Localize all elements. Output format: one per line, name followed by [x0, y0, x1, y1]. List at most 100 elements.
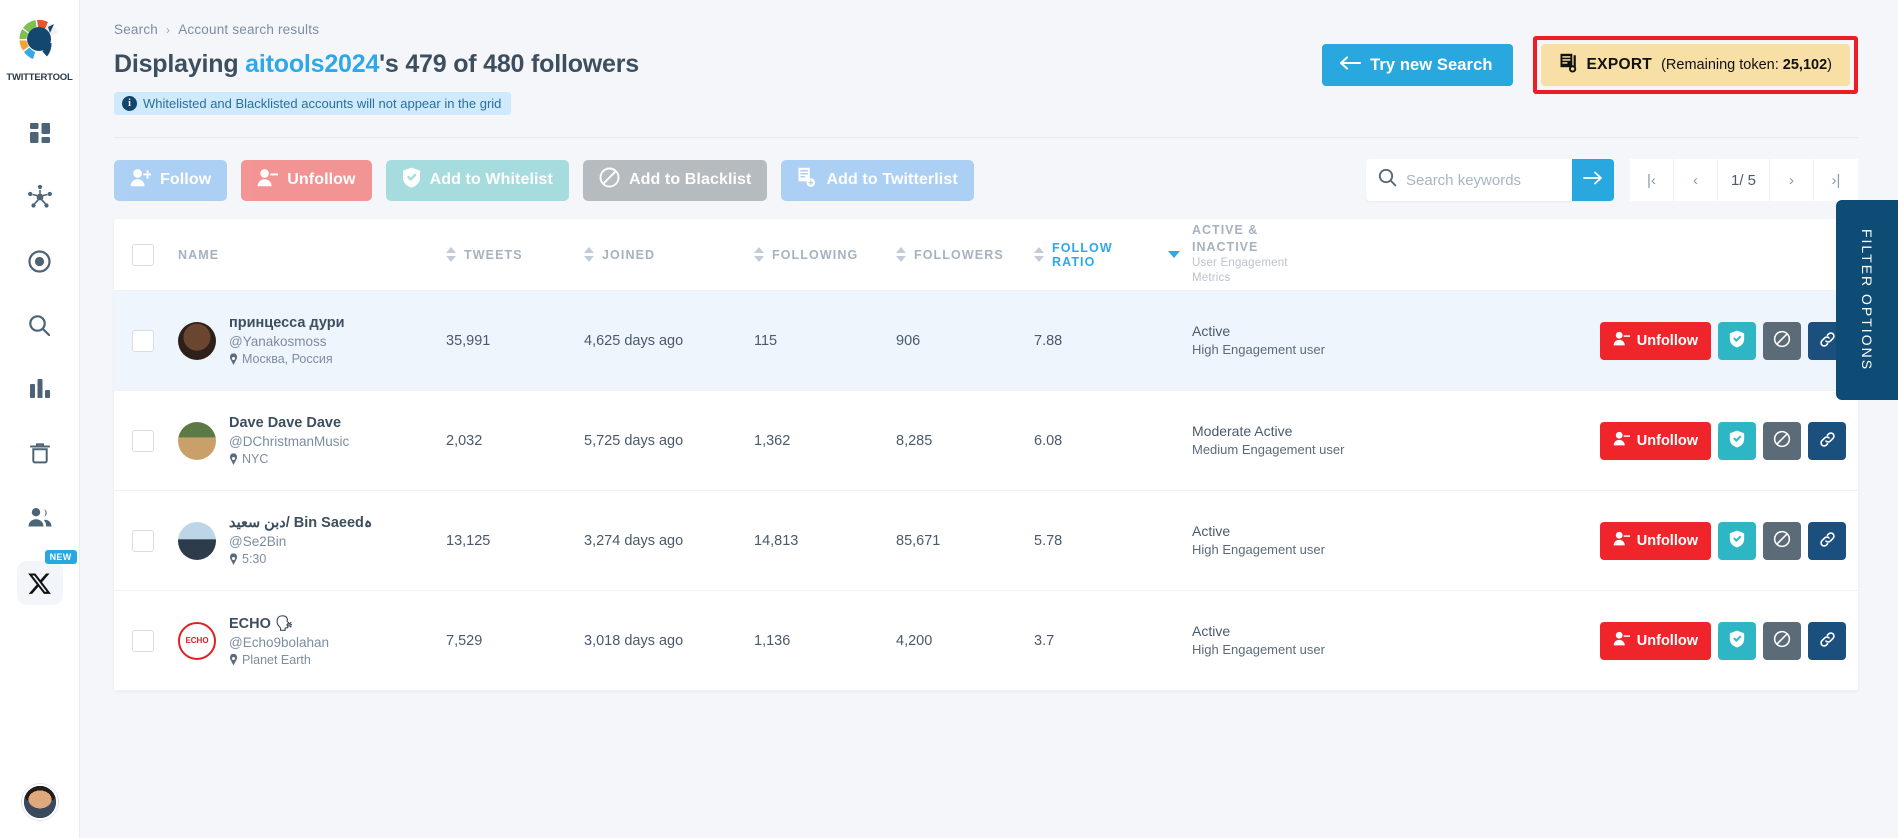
column-following[interactable]: FOLLOWING	[748, 219, 890, 290]
table-row[interactable]: ECHO ECHO 🗣 @Echo9bolahan Planet Earth 7…	[114, 591, 1858, 691]
row-link-button[interactable]	[1808, 422, 1846, 460]
select-all-checkbox[interactable]	[132, 244, 154, 266]
sidebar-item-analytics[interactable]	[18, 369, 62, 409]
row-name-cell: Dave Dave Dave @DChristmanMusic NYC	[172, 391, 440, 490]
column-joined[interactable]: JOINED	[578, 219, 748, 290]
unfollow-button[interactable]: Unfollow	[241, 160, 371, 201]
sidebar-item-search[interactable]	[18, 305, 62, 345]
header-actions: Try new Search EXPORT (Remaining tok	[1322, 36, 1858, 94]
arrow-right-icon	[1583, 170, 1603, 190]
row-whitelist-button[interactable]	[1718, 422, 1756, 460]
row-link-button[interactable]	[1808, 622, 1846, 660]
row-checkbox[interactable]	[132, 530, 154, 552]
pagination-first-button[interactable]: |‹	[1630, 159, 1674, 201]
row-unfollow-button[interactable]: Unfollow	[1600, 522, 1711, 560]
page-title-account[interactable]: aitools2024	[245, 50, 379, 78]
sort-joined-icon[interactable]	[584, 247, 594, 262]
search-keywords-box	[1366, 159, 1614, 201]
table-row[interactable]: принцесса дури @Yanakosmoss Москва, Росс…	[114, 291, 1858, 391]
row-actions: Unfollow	[1358, 491, 1858, 590]
chevron-down-icon[interactable]	[1168, 251, 1180, 258]
sidebar-item-users[interactable]	[18, 497, 62, 537]
column-activity-label-4: Metrics	[1192, 271, 1288, 287]
sidebar-item-trash[interactable]	[18, 433, 62, 473]
table-row[interactable]: دبن سعيد/ Bin Saeedہ @Se2Bin 5:30 13,125…	[114, 491, 1858, 591]
row-unfollow-button[interactable]: Unfollow	[1600, 422, 1711, 460]
sidebar-item-target[interactable]	[18, 241, 62, 281]
row-blacklist-button[interactable]	[1763, 522, 1801, 560]
row-unfollow-label: Unfollow	[1637, 433, 1698, 449]
location-pin-icon	[229, 453, 238, 465]
pagination-prev-button[interactable]: ‹	[1674, 159, 1718, 201]
column-follow-ratio[interactable]: FOLLOW RATIO	[1028, 219, 1186, 290]
row-unfollow-button[interactable]: Unfollow	[1600, 322, 1711, 360]
sort-following-icon[interactable]	[754, 247, 764, 262]
row-blacklist-button[interactable]	[1763, 622, 1801, 660]
row-tweets: 13,125	[440, 491, 578, 590]
link-icon	[1819, 431, 1836, 451]
row-follow-ratio: 6.08	[1028, 391, 1186, 490]
profile-avatar[interactable]	[22, 784, 58, 820]
row-blacklist-button[interactable]	[1763, 322, 1801, 360]
column-activity: ACTIVE & INACTIVE User Engagement Metric…	[1186, 219, 1358, 290]
breadcrumb-search[interactable]: Search	[114, 22, 158, 37]
column-tweets[interactable]: TWEETS	[440, 219, 578, 290]
add-to-whitelist-label: Add to Whitelist	[430, 171, 553, 189]
row-handle[interactable]: @DChristmanMusic	[229, 434, 349, 449]
row-activity-engagement: High Engagement user	[1192, 341, 1325, 360]
sort-ratio-icon[interactable]	[1034, 247, 1044, 262]
add-to-blacklist-button[interactable]: Add to Blacklist	[583, 160, 768, 201]
row-display-name: دبن سعيد/ Bin Saeedہ	[229, 515, 372, 531]
search-input[interactable]	[1406, 172, 1556, 189]
column-name[interactable]: NAME	[172, 219, 440, 290]
row-whitelist-button[interactable]	[1718, 622, 1756, 660]
sidebar-item-network[interactable]	[18, 177, 62, 217]
row-checkbox[interactable]	[132, 430, 154, 452]
row-handle[interactable]: @Se2Bin	[229, 534, 372, 549]
row-handle[interactable]: @Yanakosmoss	[229, 334, 345, 349]
row-following: 1,362	[748, 391, 890, 490]
table-header-row: NAME TWEETS JOINED FOLLOWING FOLLOWERS	[114, 219, 1858, 291]
location-pin-icon	[229, 353, 238, 365]
sidebar-item-x-platform[interactable]: NEW	[17, 561, 63, 605]
sidebar-item-dashboard[interactable]	[18, 113, 62, 153]
row-blacklist-button[interactable]	[1763, 422, 1801, 460]
row-checkbox[interactable]	[132, 630, 154, 652]
app-logo[interactable]: TWITTERTOOL	[6, 14, 72, 83]
user-minus-icon	[1613, 531, 1630, 550]
pagination-last-button[interactable]: ›|	[1814, 159, 1858, 201]
pagination-next-button[interactable]: ›	[1770, 159, 1814, 201]
add-to-twitterlist-button[interactable]: Add to Twitterlist	[781, 160, 973, 201]
breadcrumb-current[interactable]: Account search results	[178, 22, 319, 37]
row-checkbox[interactable]	[132, 330, 154, 352]
row-select-cell	[114, 291, 172, 390]
row-whitelist-button[interactable]	[1718, 322, 1756, 360]
table-row[interactable]: Dave Dave Dave @DChristmanMusic NYC 2,03…	[114, 391, 1858, 491]
row-activity-status: Active	[1192, 521, 1325, 541]
filter-options-tab[interactable]: FILTER OPTIONS	[1836, 200, 1898, 400]
row-unfollow-button[interactable]: Unfollow	[1600, 622, 1711, 660]
column-followers[interactable]: FOLLOWERS	[890, 219, 1028, 290]
link-icon	[1819, 531, 1836, 551]
row-following: 14,813	[748, 491, 890, 590]
column-activity-label-3: User Engagement	[1192, 256, 1288, 272]
row-link-button[interactable]	[1808, 522, 1846, 560]
sort-followers-icon[interactable]	[896, 247, 906, 262]
search-submit-button[interactable]	[1572, 159, 1614, 201]
row-following: 1,136	[748, 591, 890, 690]
try-new-search-button[interactable]: Try new Search	[1322, 44, 1512, 86]
row-handle[interactable]: @Echo9bolahan	[229, 635, 329, 650]
location-pin-icon	[229, 654, 238, 666]
main-content: Try new Search EXPORT (Remaining tok	[80, 0, 1898, 838]
breadcrumb-separator-icon: ›	[166, 23, 170, 37]
row-unfollow-label: Unfollow	[1637, 633, 1698, 649]
row-display-name: ECHO 🗣	[229, 615, 329, 632]
row-select-cell	[114, 391, 172, 490]
export-button[interactable]: EXPORT (Remaining token: 25,102)	[1541, 44, 1850, 86]
row-whitelist-button[interactable]	[1718, 522, 1756, 560]
sort-tweets-icon[interactable]	[446, 247, 456, 262]
add-to-whitelist-button[interactable]: Add to Whitelist	[386, 160, 569, 201]
toolbar-right-group: |‹ ‹ 1/ 5 › ›|	[1366, 159, 1858, 201]
follow-button[interactable]: Follow	[114, 160, 227, 201]
export-document-icon	[1559, 53, 1578, 77]
